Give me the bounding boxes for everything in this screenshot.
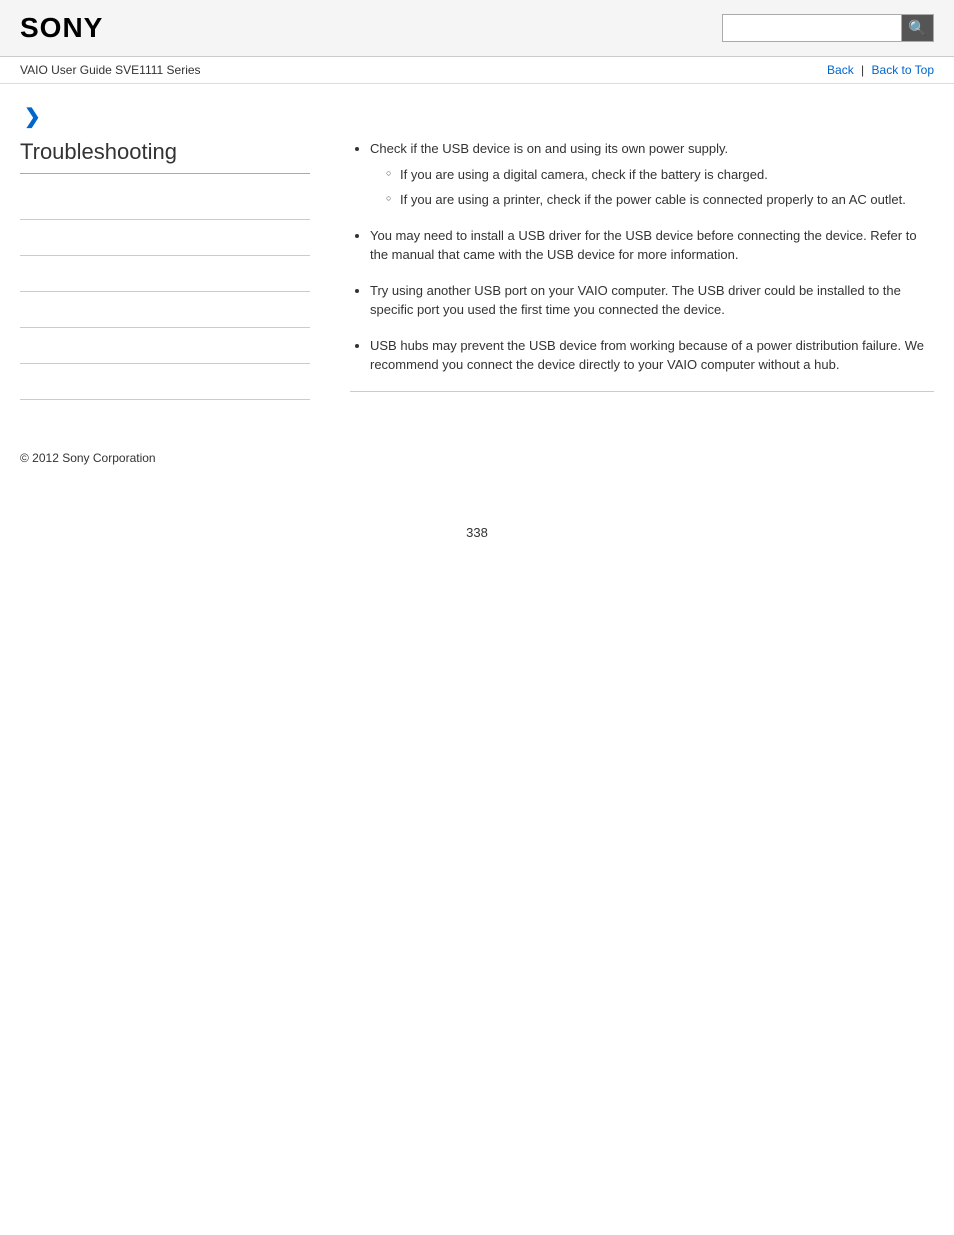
header: SONY 🔍 bbox=[0, 0, 954, 57]
sidebar-item-6 bbox=[20, 364, 310, 400]
list-item-4-text: USB hubs may prevent the USB device from… bbox=[370, 338, 924, 373]
search-button[interactable]: 🔍 bbox=[902, 14, 934, 42]
nav-links: Back | Back to Top bbox=[827, 63, 934, 77]
sidebar: Troubleshooting bbox=[20, 139, 330, 400]
main-content: ❯ Troubleshooting Check if the USB devic… bbox=[0, 84, 954, 420]
list-item-2: You may need to install a USB driver for… bbox=[370, 226, 934, 265]
list-item-3-text: Try using another USB port on your VAIO … bbox=[370, 283, 901, 318]
content-area: Check if the USB device is on and using … bbox=[330, 139, 934, 400]
list-item-1-text: Check if the USB device is on and using … bbox=[370, 141, 728, 156]
nav-separator: | bbox=[861, 63, 864, 77]
list-item-1: Check if the USB device is on and using … bbox=[370, 139, 934, 210]
back-link[interactable]: Back bbox=[827, 63, 854, 77]
chevron-area: ❯ bbox=[20, 104, 934, 129]
page-number: 338 bbox=[0, 525, 954, 560]
nav-bar: VAIO User Guide SVE1111 Series Back | Ba… bbox=[0, 57, 954, 84]
list-item-3: Try using another USB port on your VAIO … bbox=[370, 281, 934, 320]
search-area: 🔍 bbox=[722, 14, 934, 42]
sidebar-item-2 bbox=[20, 220, 310, 256]
footer: © 2012 Sony Corporation bbox=[0, 420, 954, 485]
sidebar-item-1 bbox=[20, 184, 310, 220]
sony-logo: SONY bbox=[20, 12, 103, 44]
chevron-icon: ❯ bbox=[24, 106, 41, 128]
copyright-text: © 2012 Sony Corporation bbox=[20, 451, 156, 465]
sidebar-item-5 bbox=[20, 328, 310, 364]
sub-list-1: If you are using a digital camera, check… bbox=[370, 165, 934, 210]
sub-item-1-2: If you are using a printer, check if the… bbox=[386, 190, 934, 210]
sidebar-item-4 bbox=[20, 292, 310, 328]
content-divider bbox=[350, 391, 934, 392]
sidebar-title: Troubleshooting bbox=[20, 139, 310, 174]
content-list: Check if the USB device is on and using … bbox=[350, 139, 934, 375]
list-item-4: USB hubs may prevent the USB device from… bbox=[370, 336, 934, 375]
search-input[interactable] bbox=[722, 14, 902, 42]
sub-item-1-1: If you are using a digital camera, check… bbox=[386, 165, 934, 185]
search-icon: 🔍 bbox=[908, 19, 927, 37]
breadcrumb: VAIO User Guide SVE1111 Series bbox=[20, 63, 201, 77]
list-item-2-text: You may need to install a USB driver for… bbox=[370, 228, 917, 263]
two-col-layout: Troubleshooting Check if the USB device … bbox=[20, 139, 934, 400]
sidebar-item-3 bbox=[20, 256, 310, 292]
back-to-top-link[interactable]: Back to Top bbox=[872, 63, 934, 77]
